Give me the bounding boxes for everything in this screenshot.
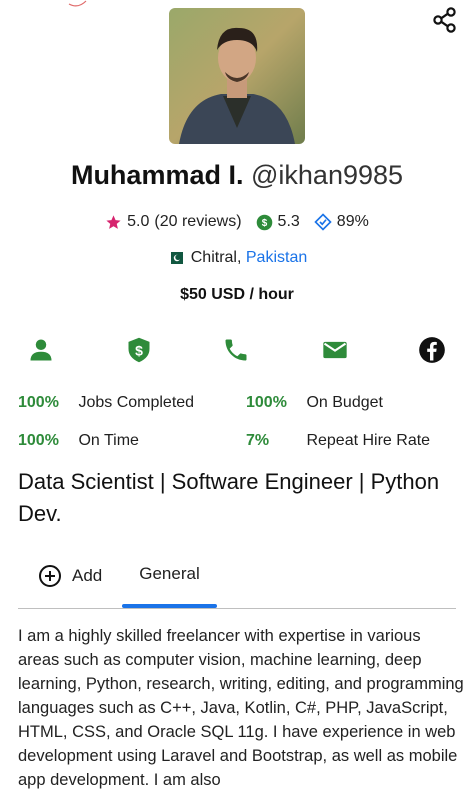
profile-bio: I am a highly skilled freelancer with ex… <box>18 627 464 789</box>
completion-score: 89% <box>336 213 369 230</box>
svg-text:$: $ <box>261 218 267 229</box>
hourly-rate: $50 USD / hour <box>180 286 294 303</box>
tab-add-label: Add <box>72 566 103 585</box>
profile-tabs: Add General <box>0 560 474 610</box>
add-circle-icon <box>39 565 61 587</box>
payment-verified-button[interactable]: $ <box>125 336 153 364</box>
verified-payment-icon: $ <box>128 337 150 363</box>
contact-icons-row: $ <box>0 336 474 366</box>
earnings-score: 5.3 <box>277 213 300 230</box>
tab-add[interactable]: Add <box>38 564 102 588</box>
profile-headline: Data Scientist | Software Engineer | Pyt… <box>18 469 440 526</box>
stat-jobs-completed: 100% Jobs Completed <box>18 394 195 411</box>
phone-button[interactable] <box>222 336 250 364</box>
tabs-divider <box>18 608 456 609</box>
rating-row: 5.0 (20 reviews) $ 5.3 89% <box>0 213 474 231</box>
location-city: Chitral, <box>190 249 242 266</box>
review-count[interactable]: (20 reviews) <box>154 213 241 231</box>
location-country-link[interactable]: Pakistan <box>246 249 307 266</box>
share-button[interactable] <box>431 6 459 34</box>
avatar <box>169 8 305 144</box>
profile-button[interactable] <box>27 336 55 364</box>
stat-on-budget: 100% On Budget <box>246 394 383 411</box>
decorative-stroke <box>68 0 87 7</box>
tab-general[interactable]: General <box>122 564 217 584</box>
phone-icon <box>225 339 247 361</box>
location-row: Chitral, Pakistan <box>0 249 474 267</box>
person-icon <box>30 339 52 361</box>
earnings-dollar-icon: $ <box>256 214 272 230</box>
profile-name-row: Muhammad I. @ikhan9985 <box>0 160 474 191</box>
pakistan-flag-icon <box>166 252 183 264</box>
email-button[interactable] <box>321 336 349 364</box>
stat-repeat-hire-rate: 7% Repeat Hire Rate <box>246 432 431 449</box>
svg-text:$: $ <box>135 342 143 358</box>
share-icon <box>433 7 456 33</box>
stat-on-time: 100% On Time <box>18 432 139 449</box>
profile-name: Muhammad I. <box>70 160 244 190</box>
star-icon <box>106 214 121 229</box>
completion-badge-icon <box>314 213 332 231</box>
rating-value: 5.0 <box>127 213 150 230</box>
facebook-button[interactable] <box>418 336 446 364</box>
profile-handle: @ikhan9985 <box>251 160 404 190</box>
facebook-icon <box>419 337 445 363</box>
email-icon <box>323 341 347 359</box>
